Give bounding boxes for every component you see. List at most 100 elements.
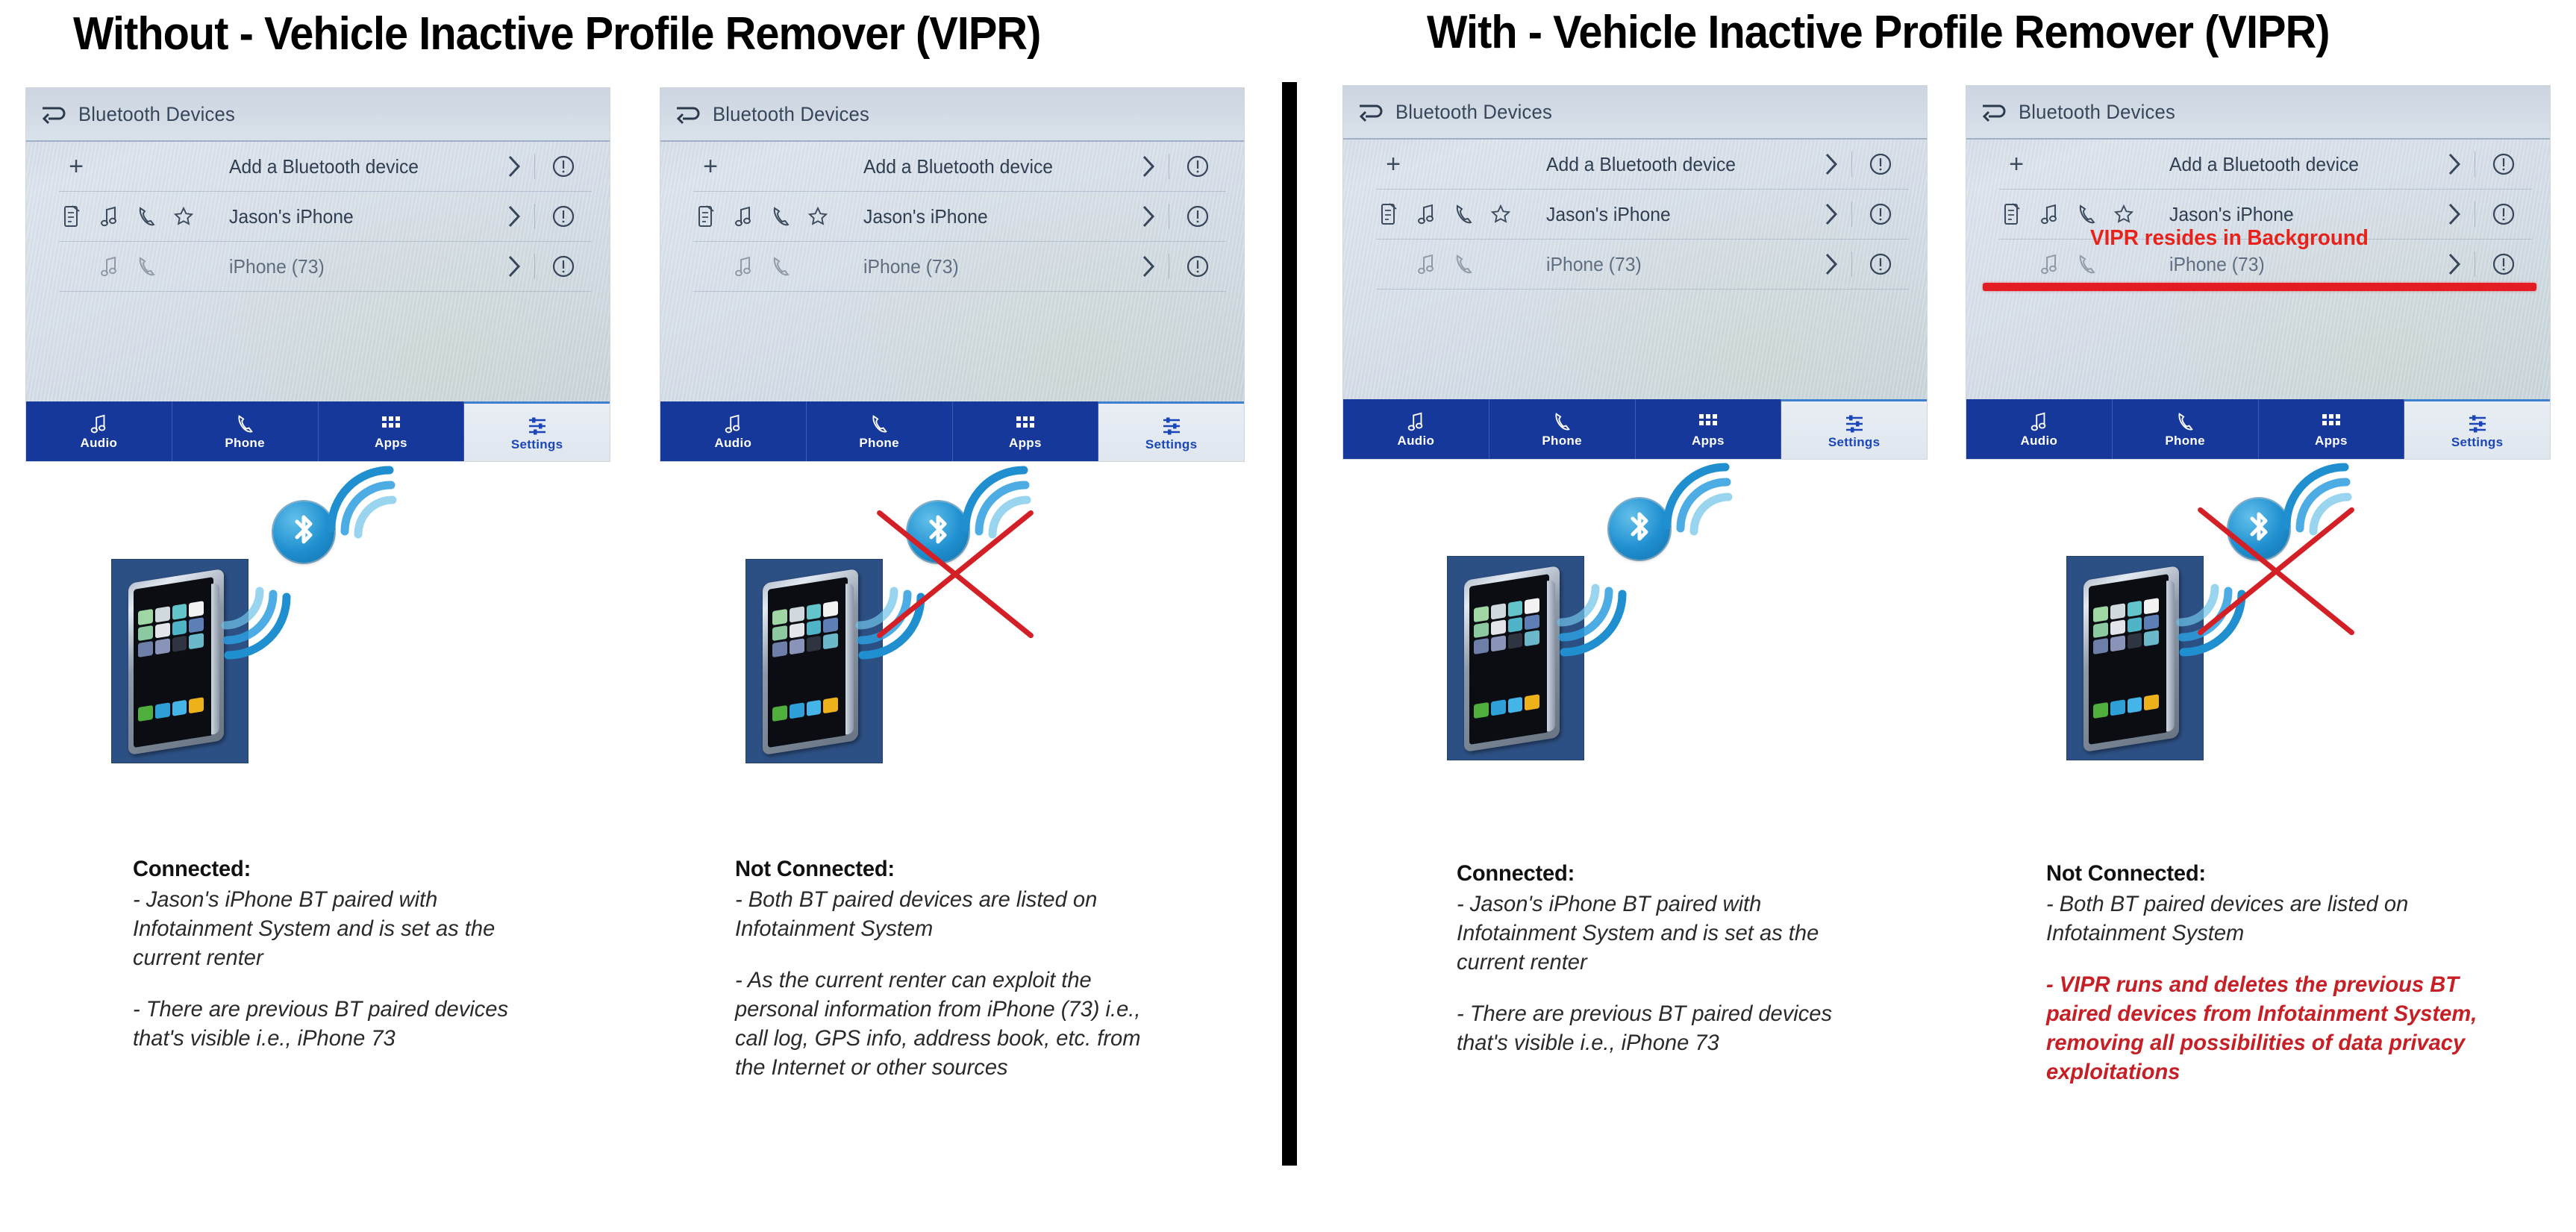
phone-dock xyxy=(1474,694,1540,719)
chevron-right-icon[interactable] xyxy=(2434,152,2475,176)
music-note-icon xyxy=(1407,410,1425,432)
list-item-label: Add a Bluetooth device xyxy=(1546,152,1736,175)
phone-bluetooth-graphic-2 xyxy=(746,466,1067,822)
chevron-right-icon[interactable] xyxy=(2434,252,2475,276)
info-circle-icon[interactable] xyxy=(1852,252,1909,276)
infotainment-screen-4[interactable]: Bluetooth Devices + Add a Bluetooth devi… xyxy=(1966,86,2550,459)
chevron-right-icon[interactable] xyxy=(1811,252,1851,276)
nav-tab-phone[interactable]: Phone xyxy=(2113,399,2259,459)
list-item-add-device[interactable]: + Add a Bluetooth device xyxy=(1999,140,2532,190)
back-arrow-icon[interactable] xyxy=(1355,99,1385,125)
row-leading-icons xyxy=(1376,251,1546,277)
chevron-right-icon[interactable] xyxy=(2434,202,2475,226)
list-item-jasons-iphone[interactable]: Jason's iPhone xyxy=(693,192,1226,242)
screen-header: Bluetooth Devices xyxy=(660,88,1244,142)
caption-paragraph: - Jason's iPhone BT paired with Infotain… xyxy=(1457,892,1819,975)
list-item-iphone-73[interactable]: iPhone (73) xyxy=(59,242,592,292)
info-circle-icon[interactable] xyxy=(2475,252,2532,276)
info-circle-icon[interactable] xyxy=(1852,152,1909,176)
nav-tab-audio[interactable]: Audio xyxy=(1343,399,1489,459)
row-leading-icons xyxy=(693,204,863,229)
phone-body xyxy=(763,568,858,756)
screen-header: Bluetooth Devices xyxy=(1343,86,1927,140)
chevron-right-icon[interactable] xyxy=(494,204,534,228)
nav-tab-apps[interactable]: Apps xyxy=(319,401,465,461)
caption-heading: Connected: xyxy=(1457,861,1575,886)
nav-tab-label: Audio xyxy=(2020,434,2058,448)
phone-dock xyxy=(772,697,839,722)
nav-tab-apps[interactable]: Apps xyxy=(953,401,1099,461)
bottom-nav[interactable]: Audio Phone Apps Settings xyxy=(660,401,1244,461)
signal-wave-upper-icon xyxy=(1655,457,1737,539)
caption-paragraph: - Both BT paired devices are listed on I… xyxy=(735,887,1098,941)
list-item-jasons-iphone[interactable]: Jason's iPhone xyxy=(1376,190,1909,240)
phone-bluetooth-graphic-4 xyxy=(2067,463,2388,819)
list-item-label: Add a Bluetooth device xyxy=(863,154,1054,178)
info-circle-icon[interactable] xyxy=(1852,202,1909,226)
handset-icon xyxy=(1451,251,1476,277)
chevron-right-icon[interactable] xyxy=(1811,202,1851,226)
caption-block-3: Connected: - Jason's iPhone BT paired wi… xyxy=(1457,861,1889,1080)
chevron-right-icon[interactable] xyxy=(1128,204,1169,228)
infotainment-screen-3[interactable]: Bluetooth Devices + Add a Bluetooth devi… xyxy=(1343,86,1927,459)
back-arrow-icon[interactable] xyxy=(1978,99,2008,125)
list-item-jasons-iphone[interactable]: Jason's iPhone xyxy=(59,192,592,242)
bottom-nav[interactable]: Audio Phone Apps Settings xyxy=(26,401,610,461)
bottom-nav[interactable]: Audio Phone Apps Settings xyxy=(1966,399,2550,459)
screen-title: Bluetooth Devices xyxy=(2019,100,2175,123)
nav-tab-settings[interactable]: Settings xyxy=(1781,399,1927,459)
screen-header: Bluetooth Devices xyxy=(1966,86,2550,140)
strikethrough-iphone-73 xyxy=(1983,283,2536,291)
chevron-right-icon[interactable] xyxy=(494,154,534,178)
nav-tab-audio[interactable]: Audio xyxy=(1966,399,2113,459)
nav-tab-phone[interactable]: Phone xyxy=(807,401,953,461)
info-circle-icon[interactable] xyxy=(1169,254,1226,278)
phone-body xyxy=(2083,565,2179,753)
nav-tab-settings[interactable]: Settings xyxy=(1098,401,1244,461)
caption-paragraph: - Both BT paired devices are listed on I… xyxy=(2046,892,2409,945)
list-item-add-device[interactable]: + Add a Bluetooth device xyxy=(693,142,1226,192)
chevron-right-icon[interactable] xyxy=(494,254,534,278)
info-circle-icon[interactable] xyxy=(535,204,592,228)
nav-tab-label: Settings xyxy=(1145,437,1198,451)
nav-tab-apps[interactable]: Apps xyxy=(1636,399,1782,459)
nav-tab-phone[interactable]: Phone xyxy=(172,401,319,461)
list-item-label: Jason's iPhone xyxy=(863,204,988,228)
phone-contacts-icon xyxy=(59,204,84,229)
infotainment-screen-2[interactable]: Bluetooth Devices + Add a Bluetooth devi… xyxy=(660,88,1244,461)
infotainment-screen-1[interactable]: Bluetooth Devices + Add a Bluetooth devi… xyxy=(26,88,610,461)
nav-tab-label: Phone xyxy=(225,436,265,450)
chevron-right-icon[interactable] xyxy=(1128,154,1169,178)
back-arrow-icon[interactable] xyxy=(672,101,702,127)
info-circle-icon[interactable] xyxy=(535,254,592,278)
music-note-icon xyxy=(1413,251,1439,277)
info-circle-icon[interactable] xyxy=(1169,154,1226,178)
chevron-right-icon[interactable] xyxy=(1811,152,1851,176)
back-arrow-icon[interactable] xyxy=(38,101,68,127)
phone-app-grid xyxy=(138,600,204,658)
nav-tab-phone[interactable]: Phone xyxy=(1489,399,1636,459)
nav-tab-settings[interactable]: Settings xyxy=(464,401,610,461)
nav-tab-settings[interactable]: Settings xyxy=(2404,399,2550,459)
list-item-add-device[interactable]: + Add a Bluetooth device xyxy=(59,142,592,192)
row-leading-icons: + xyxy=(1376,151,1546,177)
list-item-iphone-73[interactable]: iPhone (73) xyxy=(693,242,1226,292)
app-grid-icon xyxy=(2321,410,2342,432)
info-circle-icon[interactable] xyxy=(2475,202,2532,226)
info-circle-icon[interactable] xyxy=(1169,204,1226,228)
list-item-iphone-73[interactable]: iPhone (73) xyxy=(1376,240,1909,290)
nav-tab-apps[interactable]: Apps xyxy=(2259,399,2405,459)
bottom-nav[interactable]: Audio Phone Apps Settings xyxy=(1343,399,1927,459)
nav-tab-audio[interactable]: Audio xyxy=(26,401,172,461)
nav-tab-audio[interactable]: Audio xyxy=(660,401,807,461)
info-circle-icon[interactable] xyxy=(2475,152,2532,176)
chevron-right-icon[interactable] xyxy=(1128,254,1169,278)
vipr-background-note: VIPR resides in Background xyxy=(2090,226,2369,250)
phone-body xyxy=(1464,565,1560,753)
music-note-icon xyxy=(2036,201,2062,227)
music-note-icon xyxy=(90,412,107,434)
list-item-add-device[interactable]: + Add a Bluetooth device xyxy=(1376,140,1909,190)
phone-app-grid xyxy=(2093,597,2160,655)
info-circle-icon[interactable] xyxy=(535,154,592,178)
handset-icon xyxy=(2074,251,2099,277)
